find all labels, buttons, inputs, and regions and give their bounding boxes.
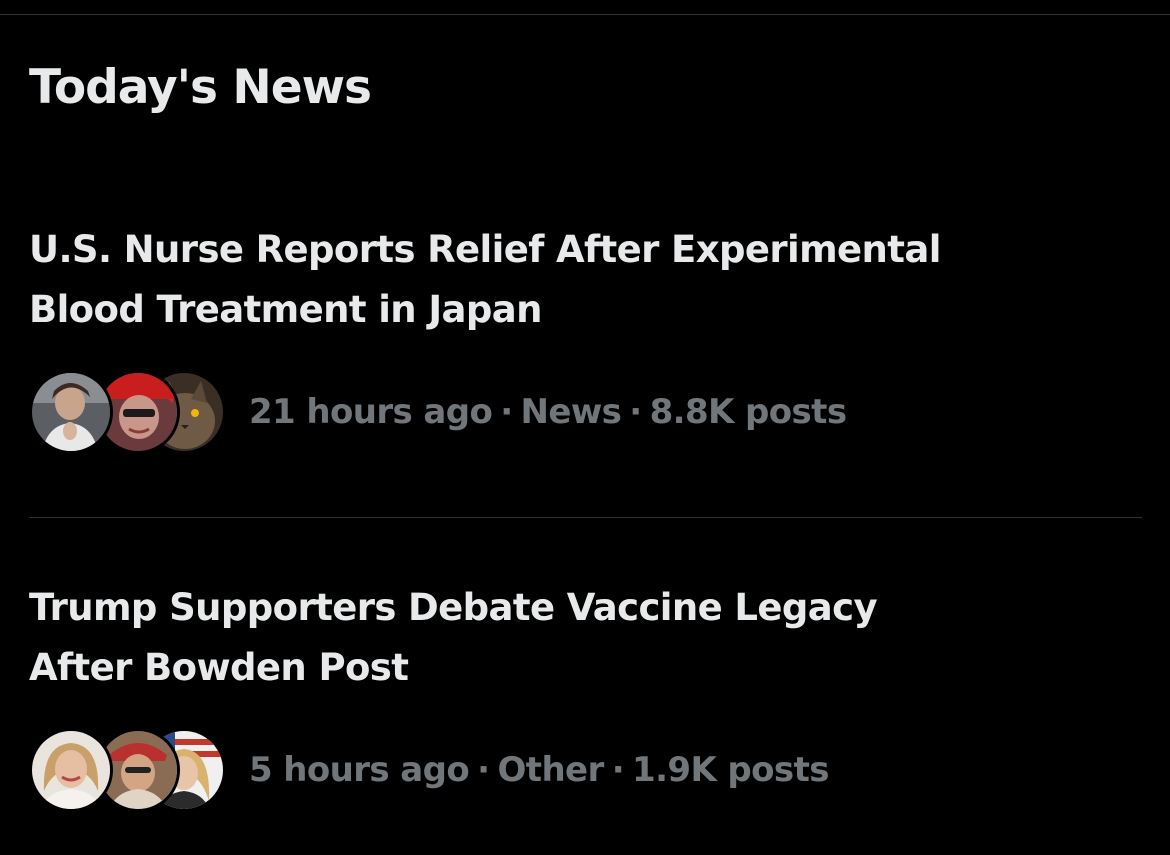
news-time: 21 hours ago (249, 392, 493, 432)
news-item[interactable]: U.S. Nurse Reports Relief After Experime… (0, 220, 1170, 490)
section-title: Today's News (29, 60, 372, 115)
avatar-stack[interactable] (29, 728, 226, 812)
headline-line-1: U.S. Nurse Reports Relief After Experime… (29, 228, 941, 271)
headline-line-2: Blood Treatment in Japan (29, 288, 542, 331)
top-divider (0, 14, 1170, 15)
avatar-stack[interactable] (29, 370, 226, 454)
news-post-count: 1.9K posts (632, 750, 829, 790)
separator-dot: · (477, 750, 490, 790)
blonde-woman-avatar-icon (29, 728, 113, 812)
headline-line-1: Trump Supporters Debate Vaccine Legacy (29, 586, 878, 629)
news-headline[interactable]: Trump Supporters Debate Vaccine Legacy A… (29, 578, 1149, 698)
news-post-count: 8.8K posts (649, 392, 847, 432)
woman-praying-avatar-icon (29, 370, 113, 454)
news-meta-row: 5 hours ago · Other · 1.9K posts (29, 728, 829, 812)
news-meta: 21 hours ago · News · 8.8K posts (249, 392, 847, 432)
separator-dot: · (611, 750, 625, 790)
news-time: 5 hours ago (249, 750, 470, 790)
news-item[interactable]: Trump Supporters Debate Vaccine Legacy A… (0, 578, 1170, 818)
headline-line-2: After Bowden Post (29, 646, 409, 689)
news-headline[interactable]: U.S. Nurse Reports Relief After Experime… (29, 220, 1149, 340)
news-category: Other (497, 750, 604, 790)
news-category: News (520, 392, 622, 432)
news-divider (29, 517, 1142, 518)
separator-dot: · (629, 392, 642, 432)
news-meta: 5 hours ago · Other · 1.9K posts (249, 750, 829, 790)
separator-dot: · (500, 392, 513, 432)
news-meta-row: 21 hours ago · News · 8.8K posts (29, 370, 847, 454)
